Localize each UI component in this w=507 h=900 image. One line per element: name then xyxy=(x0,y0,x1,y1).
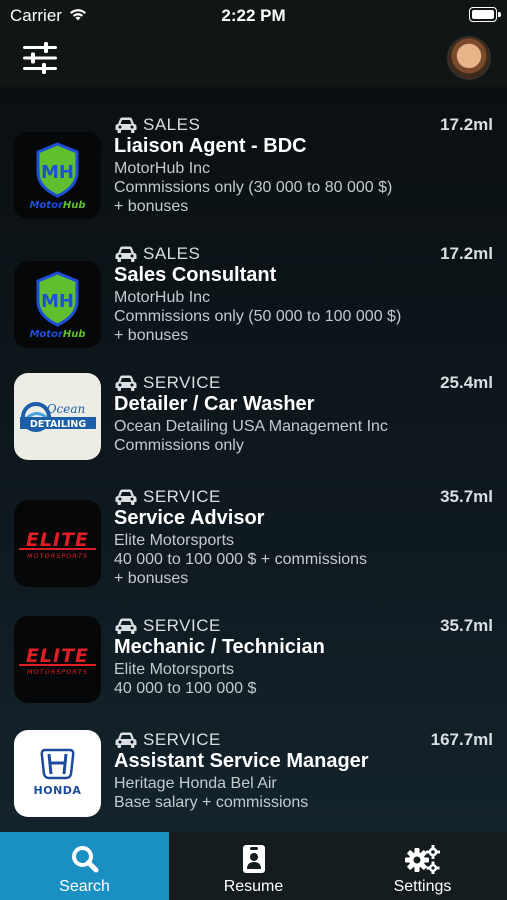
job-title: Sales Consultant xyxy=(114,264,277,286)
svg-text:DETAILING: DETAILING xyxy=(30,419,87,430)
job-company: Heritage Honda Bel Air xyxy=(114,775,277,792)
car-icon xyxy=(115,618,137,634)
svg-text:MH: MH xyxy=(41,291,74,312)
honda-logo-graphic: HONDA xyxy=(34,748,82,797)
job-distance: 17.2ml xyxy=(440,115,493,134)
job-category: SALES xyxy=(143,115,201,134)
job-category: SERVICE xyxy=(143,730,221,749)
svg-text:HONDA: HONDA xyxy=(34,784,82,797)
job-company: Ocean Detailing USA Management Inc xyxy=(114,418,388,435)
job-distance: 17.2ml xyxy=(440,244,493,263)
elite-motorsports-logo: ELITE MOTORSPORTS xyxy=(14,500,101,587)
tab-resume[interactable]: Resume xyxy=(169,832,338,900)
motorhub-logo-graphic: MH MotorHub xyxy=(29,271,86,340)
car-icon xyxy=(115,117,137,133)
svg-text:ELITE: ELITE xyxy=(26,645,89,667)
job-pay: 40 000 to 100 000 $ xyxy=(114,680,257,697)
svg-text:Ocean: Ocean xyxy=(47,402,86,416)
job-title: Assistant Service Manager xyxy=(114,750,369,772)
elite-motorsports-logo-graphic: ELITE MOTORSPORTS xyxy=(19,529,96,560)
job-pay: Base salary + commissions xyxy=(114,794,309,811)
tab-resume-label: Resume xyxy=(223,878,284,895)
job-pay: Commissions only (30 000 to 80 000 $) xyxy=(114,179,393,196)
tab-bar: Search Resume Settings xyxy=(0,832,507,900)
motorhub-logo: MH MotorHub xyxy=(14,261,101,348)
car-icon xyxy=(115,732,137,748)
job-extra: + bonuses xyxy=(114,327,189,344)
svg-text:MOTORSPORTS: MOTORSPORTS xyxy=(27,668,88,676)
job-pay: Commissions only (50 000 to 100 000 $) xyxy=(114,308,402,325)
svg-text:MOTORSPORTS: MOTORSPORTS xyxy=(27,552,88,560)
car-icon xyxy=(115,489,137,505)
profile-avatar[interactable] xyxy=(447,36,491,80)
honda-logo: HONDA xyxy=(14,730,101,817)
tab-search-label: Search xyxy=(59,878,110,895)
job-company: MotorHub Inc xyxy=(114,289,211,306)
job-list[interactable]: MH MotorHub SALES 17.2ml Liaison Agent -… xyxy=(0,87,507,832)
elite-motorsports-logo: ELITE MOTORSPORTS xyxy=(14,616,101,703)
job-company: Elite Motorsports xyxy=(114,532,235,549)
motorhub-logo: MH MotorHub xyxy=(14,132,101,219)
tab-search[interactable]: Search xyxy=(0,832,169,900)
job-company: MotorHub Inc xyxy=(114,160,211,177)
job-pay: Commissions only xyxy=(114,437,244,454)
motorhub-logo-graphic: MH MotorHub xyxy=(29,142,86,211)
top-nav-bar xyxy=(0,30,507,87)
job-extra: + bonuses xyxy=(114,198,189,215)
search-icon xyxy=(71,846,98,873)
job-extra: + bonuses xyxy=(114,570,189,587)
ocean-detailing-logo: Ocean DETAILING xyxy=(14,373,101,460)
job-distance: 35.7ml xyxy=(440,616,493,635)
job-category: SALES xyxy=(143,244,201,263)
svg-text:ELITE: ELITE xyxy=(26,529,89,551)
gears-icon xyxy=(404,845,440,874)
status-bar: Carrier 2:22 PM xyxy=(0,0,507,30)
job-company: Elite Motorsports xyxy=(114,661,235,678)
svg-text:MotorHub: MotorHub xyxy=(29,200,85,211)
car-icon xyxy=(115,375,137,391)
job-distance: 167.7ml xyxy=(430,730,493,749)
job-category: SERVICE xyxy=(143,373,221,392)
job-distance: 35.7ml xyxy=(440,487,493,506)
elite-motorsports-logo-graphic: ELITE MOTORSPORTS xyxy=(19,645,96,676)
job-pay: 40 000 to 100 000 $ + commissions xyxy=(114,551,368,568)
battery-icon xyxy=(469,7,501,22)
svg-text:MotorHub: MotorHub xyxy=(29,329,85,340)
svg-text:MH: MH xyxy=(41,162,74,183)
tab-settings[interactable]: Settings xyxy=(338,832,507,900)
job-title: Service Advisor xyxy=(114,507,265,529)
job-category: SERVICE xyxy=(143,616,221,635)
resume-icon xyxy=(242,845,265,873)
job-category: SERVICE xyxy=(143,487,221,506)
job-title: Detailer / Car Washer xyxy=(114,393,315,415)
job-distance: 25.4ml xyxy=(440,373,493,392)
car-icon xyxy=(115,246,137,262)
job-title: Mechanic / Technician xyxy=(114,636,325,658)
job-title: Liaison Agent - BDC xyxy=(114,135,307,157)
tab-settings-label: Settings xyxy=(393,878,452,895)
clock: 2:22 PM xyxy=(221,6,286,25)
sliders-icon[interactable] xyxy=(22,40,58,76)
ocean-detailing-logo-graphic: Ocean DETAILING xyxy=(20,402,96,432)
